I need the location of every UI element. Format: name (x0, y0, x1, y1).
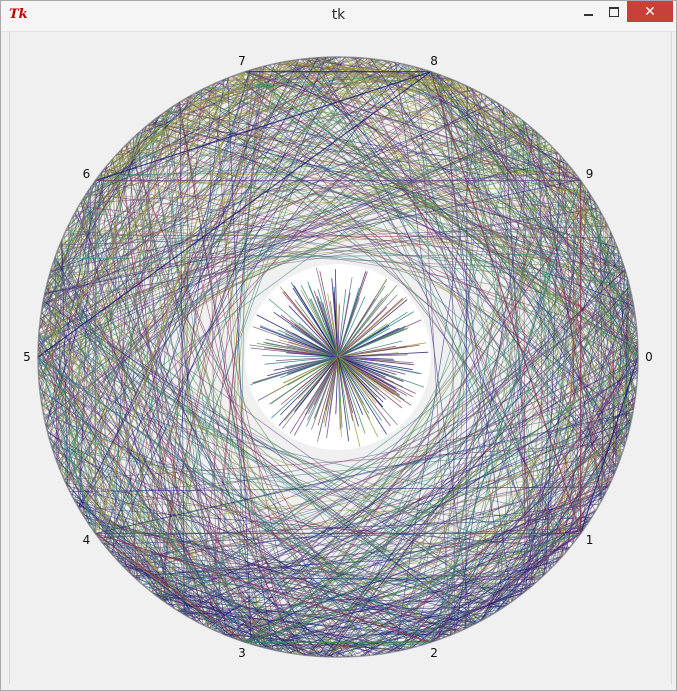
minimize-button[interactable] (575, 1, 601, 22)
minimize-icon (583, 13, 593, 16)
maximize-button[interactable] (601, 1, 627, 22)
point-label-4: 4 (83, 533, 91, 547)
title-bar[interactable]: Tk tk ✕ (1, 1, 676, 32)
close-button[interactable]: ✕ (627, 1, 673, 22)
chord-line (48, 437, 227, 636)
point-label-9: 9 (586, 167, 594, 181)
point-label-3: 3 (238, 646, 246, 660)
tk-window: Tk tk ✕ 0 1 2 3 4 5 6 7 8 9 (0, 0, 677, 691)
point-label-0: 0 (645, 350, 653, 364)
point-label-8: 8 (430, 54, 438, 68)
point-label-6: 6 (83, 167, 91, 181)
chord-line (107, 56, 336, 166)
close-icon: ✕ (644, 3, 656, 20)
inner-white-disc (245, 264, 431, 450)
point-label-1: 1 (586, 533, 594, 547)
chord-line (361, 385, 637, 657)
point-label-2: 2 (430, 646, 438, 660)
point-label-7: 7 (238, 54, 246, 68)
drawing-canvas[interactable]: 0 1 2 3 4 5 6 7 8 9 (9, 32, 672, 684)
point-label-5: 5 (23, 350, 31, 364)
chord-line (480, 403, 635, 622)
maximize-icon (609, 6, 619, 17)
string-art: 0 1 2 3 4 5 6 7 8 9 (23, 54, 653, 660)
chord-line (57, 198, 594, 250)
